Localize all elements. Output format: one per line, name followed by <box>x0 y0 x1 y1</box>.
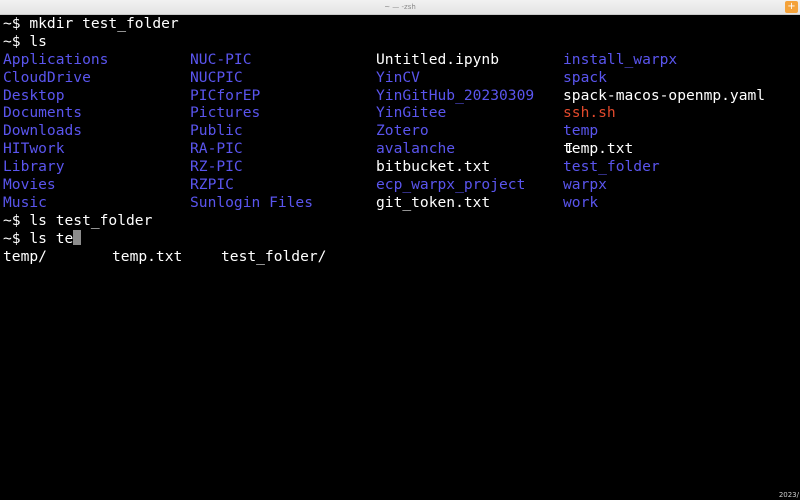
ls-entry: HITwork <box>3 140 65 158</box>
ls-entry: RZ-PIC <box>190 158 243 176</box>
command-line: ~$ ls <box>3 32 47 50</box>
ls-entry: spack-macos-openmp.yaml <box>563 86 766 104</box>
ls-entry: bitbucket.txt <box>376 158 491 176</box>
ls-entry: temp.txt <box>563 140 634 158</box>
terminal-output[interactable]: ~$ mkdir test_folder ~$ ls Applications N… <box>3 15 793 485</box>
ls-entry: temp <box>563 122 599 140</box>
terminal-window: ~ — -zsh + ~$ mkdir test_folder ~$ ls Ap… <box>0 0 800 500</box>
new-tab-button[interactable]: + <box>785 1 798 13</box>
ls-entry: Untitled.ipynb <box>376 50 500 68</box>
ls-entry: spack <box>563 68 607 86</box>
ls-entry: avalanche <box>376 140 456 158</box>
ls-entry: git_token.txt <box>376 193 491 211</box>
title-bar[interactable]: ~ — -zsh + <box>0 0 800 15</box>
ls-entry: NUCPIC <box>190 68 243 86</box>
ibeam-cursor-icon: I <box>566 141 574 155</box>
ls-row: CloudDrive NUCPIC YinCV spack <box>3 69 793 87</box>
current-prompt: ~$ ls te <box>3 229 74 247</box>
ls-entry: Public <box>190 122 243 140</box>
ls-entry: ecp_warpx_project <box>376 176 526 194</box>
command-line: ~$ mkdir test_folder <box>3 15 179 32</box>
ls-entry: warpx <box>563 176 607 194</box>
ls-entry: Documents <box>3 104 83 122</box>
ls-entry: Applications <box>3 50 109 68</box>
command-line: ~$ ls test_folder <box>3 211 153 229</box>
completion-item[interactable]: temp/ <box>3 248 47 266</box>
ls-entry: Downloads <box>3 122 83 140</box>
completion-item[interactable]: temp.txt <box>112 248 182 266</box>
ls-entry: Desktop <box>3 86 65 104</box>
ls-entry: YinCV <box>376 68 420 86</box>
window-title: ~ — -zsh <box>384 3 416 11</box>
ls-row: Library RZ-PIC bitbucket.txt test_folder <box>3 158 793 176</box>
current-command-line[interactable]: ~$ ls te <box>3 229 793 248</box>
text-cursor <box>73 229 82 245</box>
ls-row: Applications NUC-PIC Untitled.ipynb install… <box>3 51 793 69</box>
ls-entry: Zotero <box>376 122 429 140</box>
completion-list: temp/ temp.txt test_folder/ <box>3 248 793 266</box>
ls-entry: RZPIC <box>190 176 234 194</box>
ls-row: HITwork RA-PIC avalanche temp.txt <box>3 140 793 158</box>
completion-item[interactable]: test_folder/ <box>221 248 326 266</box>
ls-row: Downloads Public Zotero temp <box>3 122 793 140</box>
ls-entry: work <box>563 193 599 211</box>
ls-entry: CloudDrive <box>3 68 91 86</box>
clock-label: 2023/ <box>778 491 799 499</box>
ls-row: Movies RZPIC ecp_warpx_project warpx <box>3 176 793 194</box>
ls-entry: Music <box>3 193 47 211</box>
ls-listing: Applications NUC-PIC Untitled.ipynb install… <box>3 51 793 212</box>
ls-entry: ssh.sh <box>563 104 616 122</box>
ls-row: Desktop PICforEP YinGitHub_20230309 spack-m… <box>3 87 793 105</box>
ls-entry: Sunlogin Files <box>190 193 314 211</box>
ls-entry: Pictures <box>190 104 261 122</box>
ls-entry: Movies <box>3 176 56 194</box>
ls-row: Music Sunlogin Files git_token.txt work <box>3 194 793 212</box>
ls-entry: RA-PIC <box>190 140 243 158</box>
ls-entry: PICforEP <box>190 86 261 104</box>
ls-entry: Library <box>3 158 65 176</box>
ls-entry: YinGitee <box>376 104 447 122</box>
ls-entry: install_warpx <box>563 50 678 68</box>
ls-entry: test_folder <box>563 158 660 176</box>
ls-entry: YinGitHub_20230309 <box>376 86 535 104</box>
ls-entry: NUC-PIC <box>190 50 252 68</box>
ls-row: Documents Pictures YinGitee ssh.sh <box>3 104 793 122</box>
